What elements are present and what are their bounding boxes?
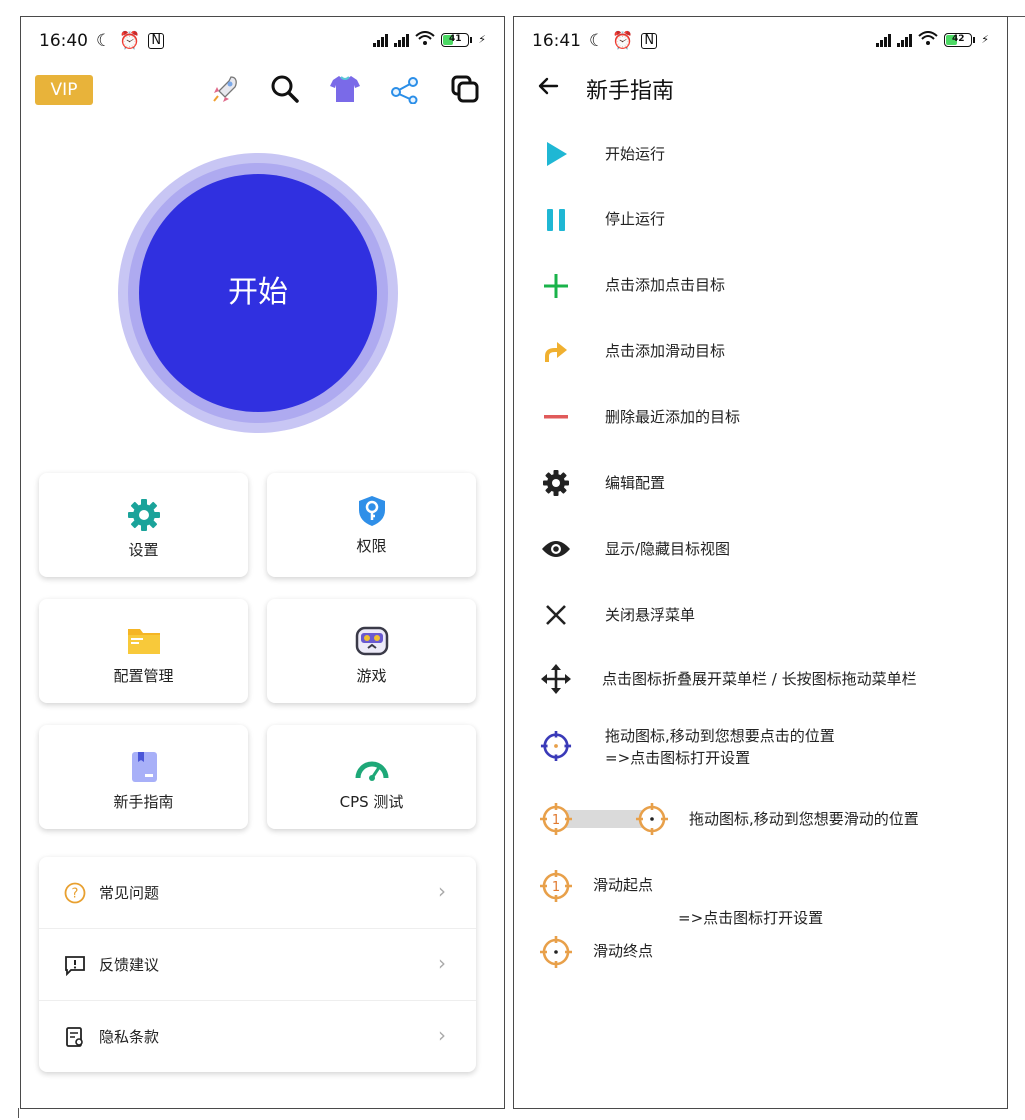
card-label: 新手指南 [113, 793, 174, 811]
copy-icon[interactable] [448, 72, 482, 106]
search-icon[interactable] [268, 72, 302, 106]
moon-icon: ☾ [96, 31, 112, 51]
settings-card[interactable]: 设置 [39, 473, 248, 577]
top-toolbar [208, 72, 482, 106]
guide-item-label: 点击添加点击目标 [605, 276, 726, 294]
pause-icon [540, 204, 572, 236]
swipe-start-label: 滑动起点 [593, 876, 654, 894]
guide-item-label: 点击图标折叠展开菜单栏 / 长按图标拖动菜单栏 [602, 670, 917, 688]
signal-icon [394, 33, 410, 47]
list-item-faq[interactable]: ? 常见问题 › [39, 857, 476, 929]
signal-icon [876, 33, 892, 47]
charging-icon: ⚡ [981, 33, 989, 46]
guide-item-label: 点击添加滑动目标 [605, 342, 726, 360]
charging-icon: ⚡ [478, 33, 486, 46]
card-label: 设置 [128, 541, 159, 559]
list-item-privacy[interactable]: 隐私条款 › [39, 1001, 476, 1073]
card-label: CPS 测试 [339, 793, 404, 811]
shield-key-icon [354, 493, 390, 529]
battery-icon: 41 [441, 32, 473, 47]
status-bar: 16:41 ☾ ⏰ N 42 ⚡ [532, 31, 989, 53]
feedback-icon [63, 953, 87, 977]
status-time: 16:41 [532, 31, 581, 51]
guide-card[interactable]: 新手指南 [39, 725, 248, 829]
play-icon [540, 138, 572, 170]
signal-icon [373, 33, 389, 47]
permissions-card[interactable]: 权限 [267, 473, 476, 577]
guide-screen: 16:41 ☾ ⏰ N 42 ⚡ 新手指南 开始运行 停止运行 点击添加点击目标… [513, 16, 1008, 1109]
moon-icon: ☾ [589, 31, 605, 51]
card-label: 配置管理 [113, 667, 174, 685]
guide-item-label: 删除最近添加的目标 [605, 408, 741, 426]
list-item-label: 隐私条款 [99, 1028, 160, 1046]
vip-button[interactable]: VIP [35, 75, 93, 105]
plus-icon [540, 270, 572, 302]
page-title: 新手指南 [586, 79, 675, 104]
click-target-settings-hint: =>点击图标打开设置 [605, 749, 751, 767]
chevron-right-icon: › [438, 1023, 446, 1047]
frame-line [1008, 16, 1025, 17]
card-label: 权限 [356, 537, 387, 555]
share-icon[interactable] [388, 72, 422, 106]
card-label: 游戏 [356, 667, 387, 685]
swipe-settings-hint: =>点击图标打开设置 [678, 909, 824, 927]
rocket-icon[interactable] [208, 72, 242, 106]
wifi-icon [415, 31, 435, 48]
guide-item-label: 开始运行 [605, 145, 666, 163]
gear-icon [540, 467, 572, 499]
swipe-start-target-icon: 1 [538, 801, 574, 837]
nfc-icon: N [641, 33, 658, 49]
guide-item-label: 停止运行 [605, 210, 666, 228]
document-icon [63, 1025, 87, 1049]
battery-icon: 42 [944, 32, 976, 47]
home-screen: 16:40 ☾ ⏰ N 41 ⚡ VIP 开始 设置 权限 配置管理 游戏 新手… [20, 16, 505, 1109]
status-time: 16:40 [39, 31, 88, 51]
config-manager-card[interactable]: 配置管理 [39, 599, 248, 703]
battery-level: 42 [952, 33, 965, 44]
back-arrow-icon[interactable] [536, 74, 560, 98]
swipe-end-icon [538, 934, 574, 970]
list-item-feedback[interactable]: 反馈建议 › [39, 929, 476, 1001]
swipe-arrow-icon [540, 335, 572, 367]
gamepad-icon [354, 623, 390, 659]
swipe-start-number: 1 [552, 813, 560, 828]
swipe-end-target-icon [634, 801, 670, 837]
battery-level: 41 [449, 33, 462, 44]
eye-icon [540, 533, 572, 565]
guide-item-label: 关闭悬浮菜单 [605, 606, 696, 624]
close-icon [540, 599, 572, 631]
swipe-end-label: 滑动终点 [593, 942, 654, 960]
speedometer-icon [354, 749, 390, 785]
frame-line [18, 1108, 19, 1118]
alarm-icon: ⏰ [119, 31, 141, 51]
swipe-target-description: 拖动图标,移动到您想要滑动的位置 [689, 810, 919, 828]
cps-test-card[interactable]: CPS 测试 [267, 725, 476, 829]
guide-item-label: 编辑配置 [605, 474, 666, 492]
wifi-icon [918, 31, 938, 48]
start-button[interactable]: 开始 [139, 174, 377, 412]
folder-icon [126, 623, 162, 659]
click-target-description: 拖动图标,移动到您想要点击的位置 [605, 727, 835, 745]
status-bar: 16:40 ☾ ⏰ N 41 ⚡ [39, 31, 486, 53]
swipe-start-icon: 1 [538, 868, 574, 904]
nfc-icon: N [148, 33, 165, 49]
svg-text:?: ? [72, 887, 79, 902]
chevron-right-icon: › [438, 951, 446, 975]
games-card[interactable]: 游戏 [267, 599, 476, 703]
swipe-start-number: 1 [552, 880, 560, 895]
book-icon [126, 749, 162, 785]
gear-icon [126, 497, 162, 533]
click-target-icon [540, 730, 572, 762]
chevron-right-icon: › [438, 879, 446, 903]
help-list: ? 常见问题 › 反馈建议 › 隐私条款 › [39, 857, 476, 1072]
signal-icon [897, 33, 913, 47]
question-icon: ? [63, 881, 87, 905]
guide-item-label: 显示/隐藏目标视图 [605, 540, 731, 558]
move-icon [540, 663, 572, 695]
list-item-label: 反馈建议 [99, 956, 160, 974]
minus-icon [540, 401, 572, 433]
alarm-icon: ⏰ [612, 31, 634, 51]
tshirt-icon[interactable] [328, 72, 362, 106]
list-item-label: 常见问题 [99, 884, 160, 902]
